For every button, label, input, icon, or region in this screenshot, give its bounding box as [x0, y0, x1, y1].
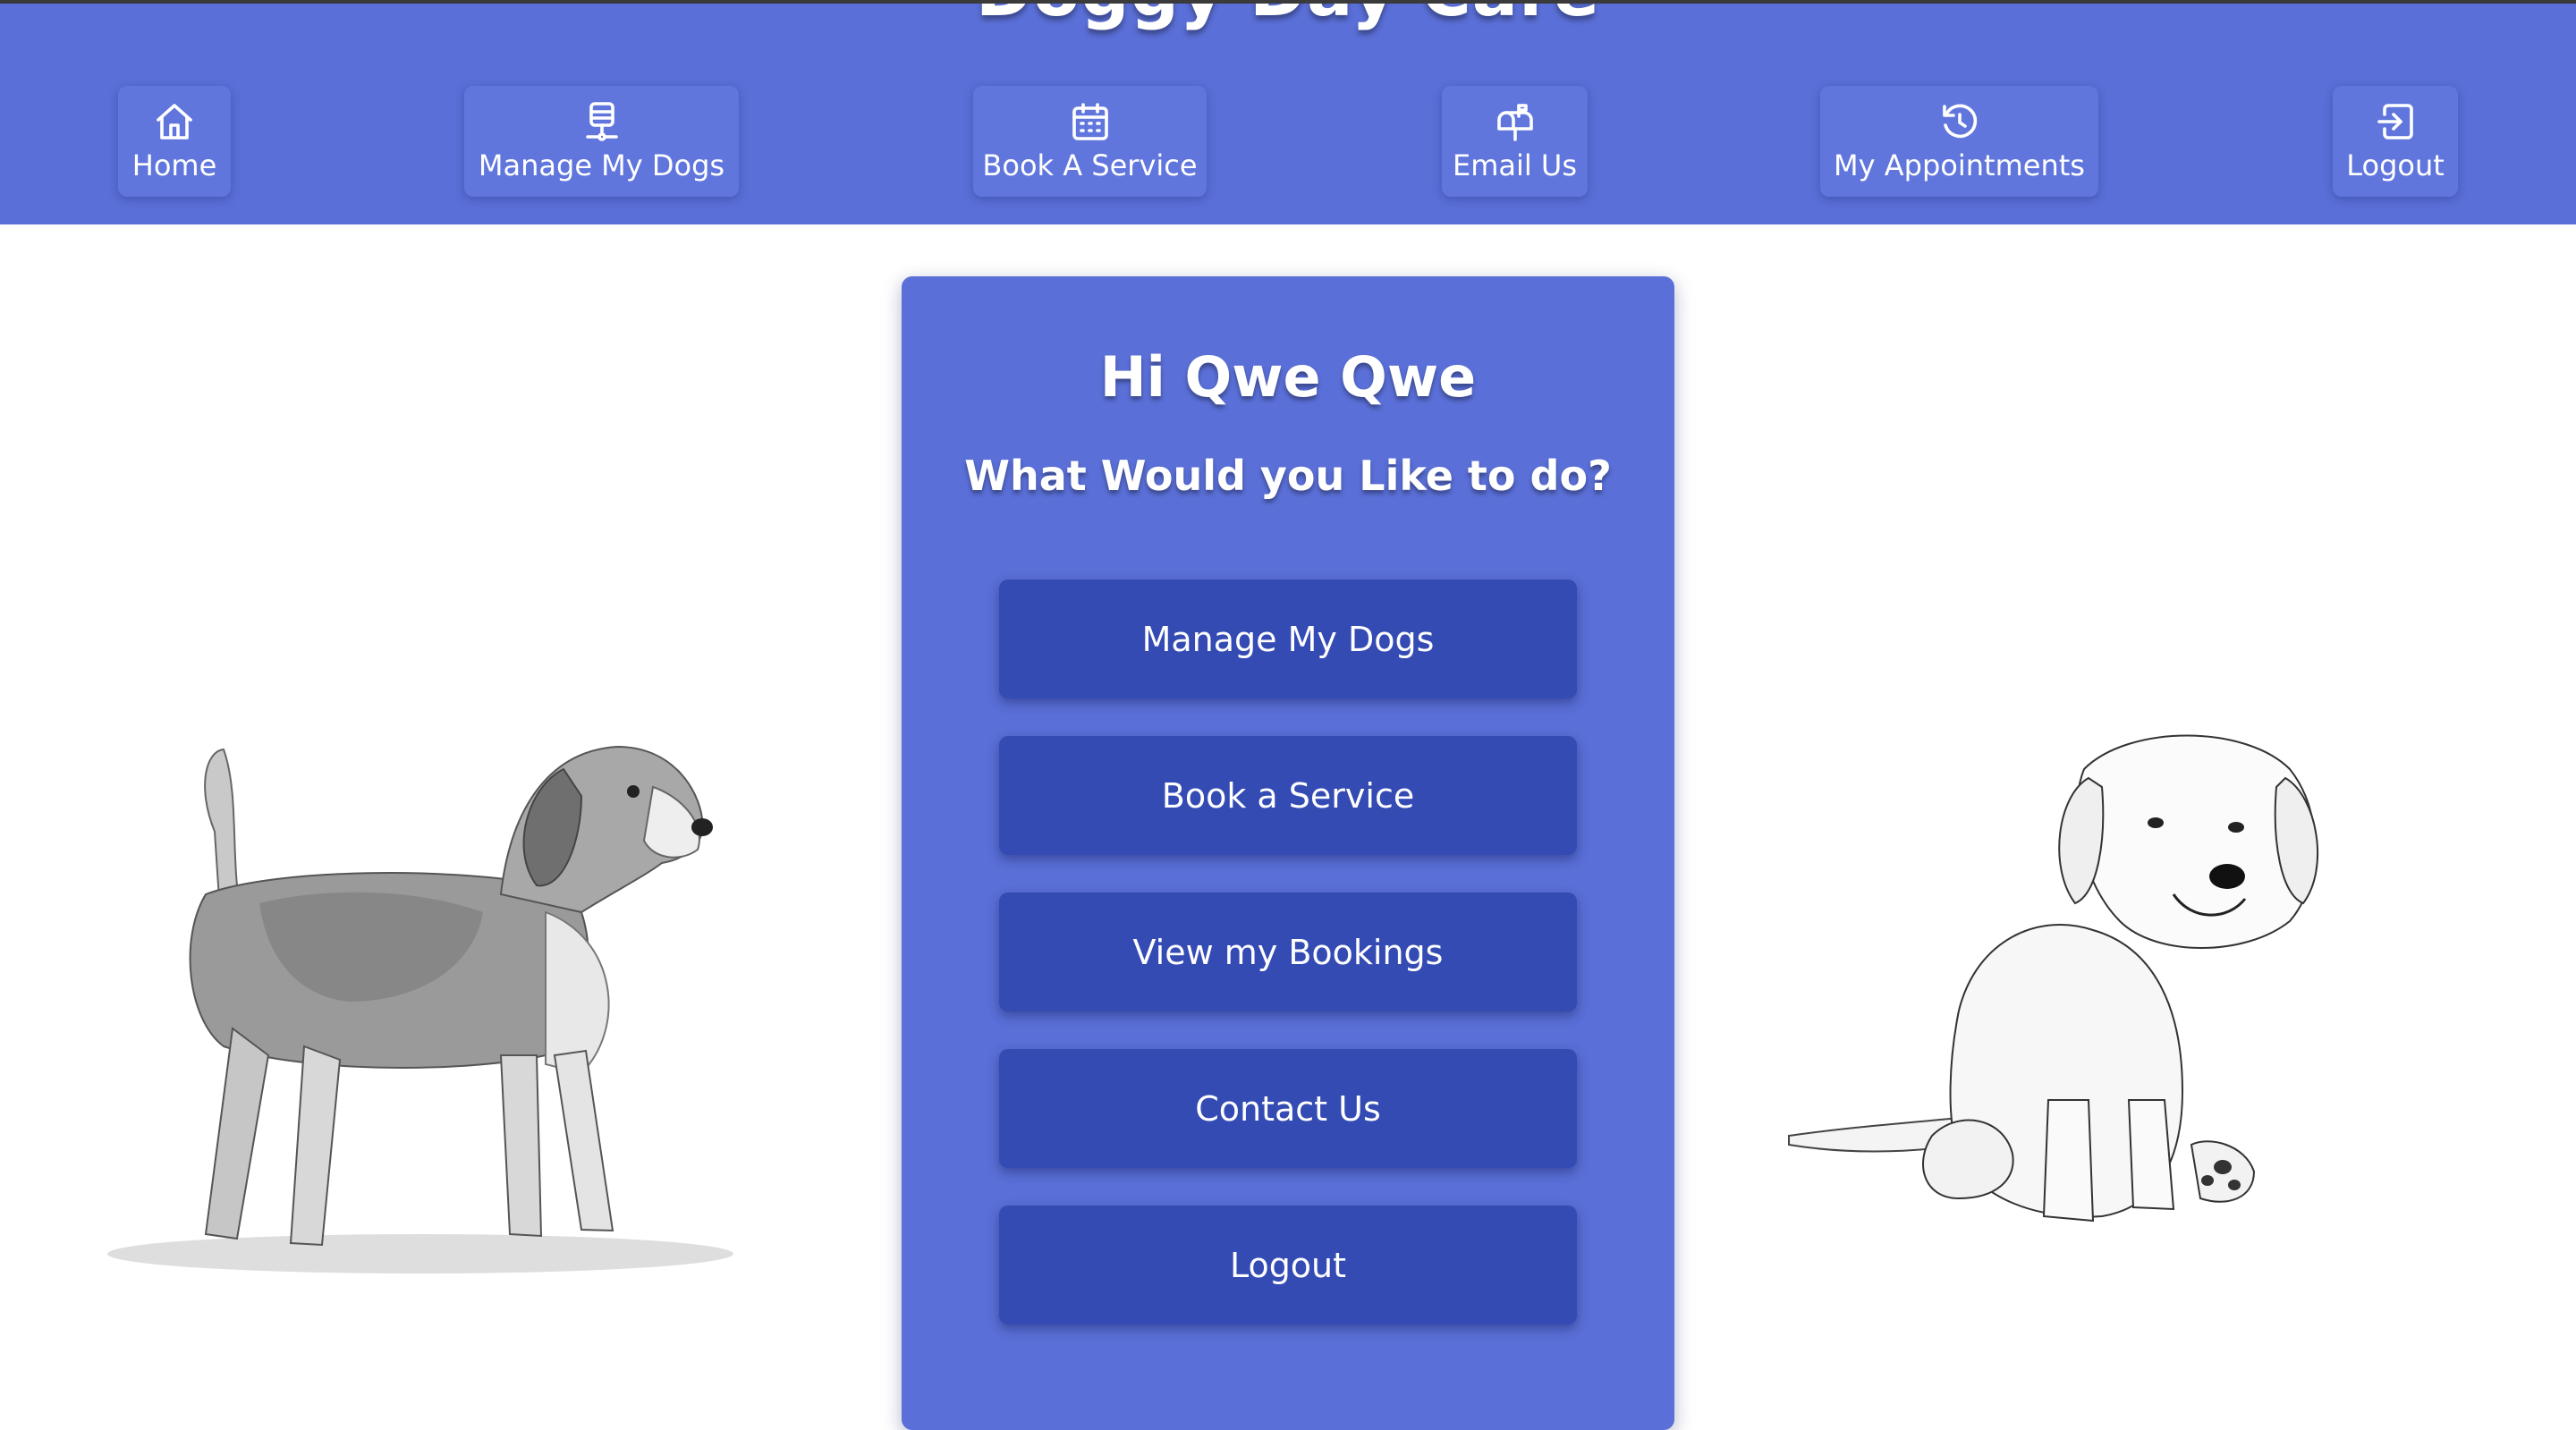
calendar-icon [1072, 103, 1108, 140]
mailbox-icon [1496, 104, 1533, 141]
contact-us-button[interactable]: Contact Us [999, 1049, 1577, 1168]
logout-button[interactable]: Logout [999, 1206, 1577, 1324]
history-icon [1942, 104, 1977, 139]
manage-my-dogs-button[interactable]: Manage My Dogs [999, 580, 1577, 698]
nav-home-button[interactable]: Home [118, 86, 231, 197]
logout-icon [2377, 104, 2413, 140]
view-my-bookings-button[interactable]: View my Bookings [999, 893, 1577, 1011]
site-title: Doggy Day Care [0, 4, 2576, 31]
site-header: Doggy Day Care Home Manage My Dogs Book … [0, 4, 2576, 224]
nav-book-service-label: Book A Service [982, 148, 1198, 182]
greeting-heading: Hi Qwe Qwe [1099, 344, 1477, 410]
welcome-card: Hi Qwe Qwe What Would you Like to do? Ma… [902, 276, 1674, 1430]
nav-my-appointments-label: My Appointments [1834, 148, 2085, 182]
dog-tag-icon [585, 102, 618, 141]
beagle-sketch-image [107, 745, 733, 1273]
nav-email-us-label: Email Us [1452, 148, 1578, 182]
nav-email-us-button[interactable]: Email Us [1442, 86, 1588, 197]
puppy-sketch-image [1788, 734, 2319, 1223]
book-a-service-button[interactable]: Book a Service [999, 736, 1577, 855]
nav-book-service-button[interactable]: Book A Service [973, 86, 1207, 197]
home-icon [157, 104, 192, 140]
nav-my-appointments-button[interactable]: My Appointments [1820, 86, 2098, 197]
nav-logout-button[interactable]: Logout [2333, 86, 2458, 197]
nav-manage-dogs-button[interactable]: Manage My Dogs [464, 86, 739, 197]
action-prompt: What Would you Like to do? [964, 452, 1612, 500]
nav-manage-dogs-label: Manage My Dogs [478, 148, 725, 182]
nav-logout-label: Logout [2346, 148, 2445, 182]
nav-home-label: Home [131, 148, 217, 182]
